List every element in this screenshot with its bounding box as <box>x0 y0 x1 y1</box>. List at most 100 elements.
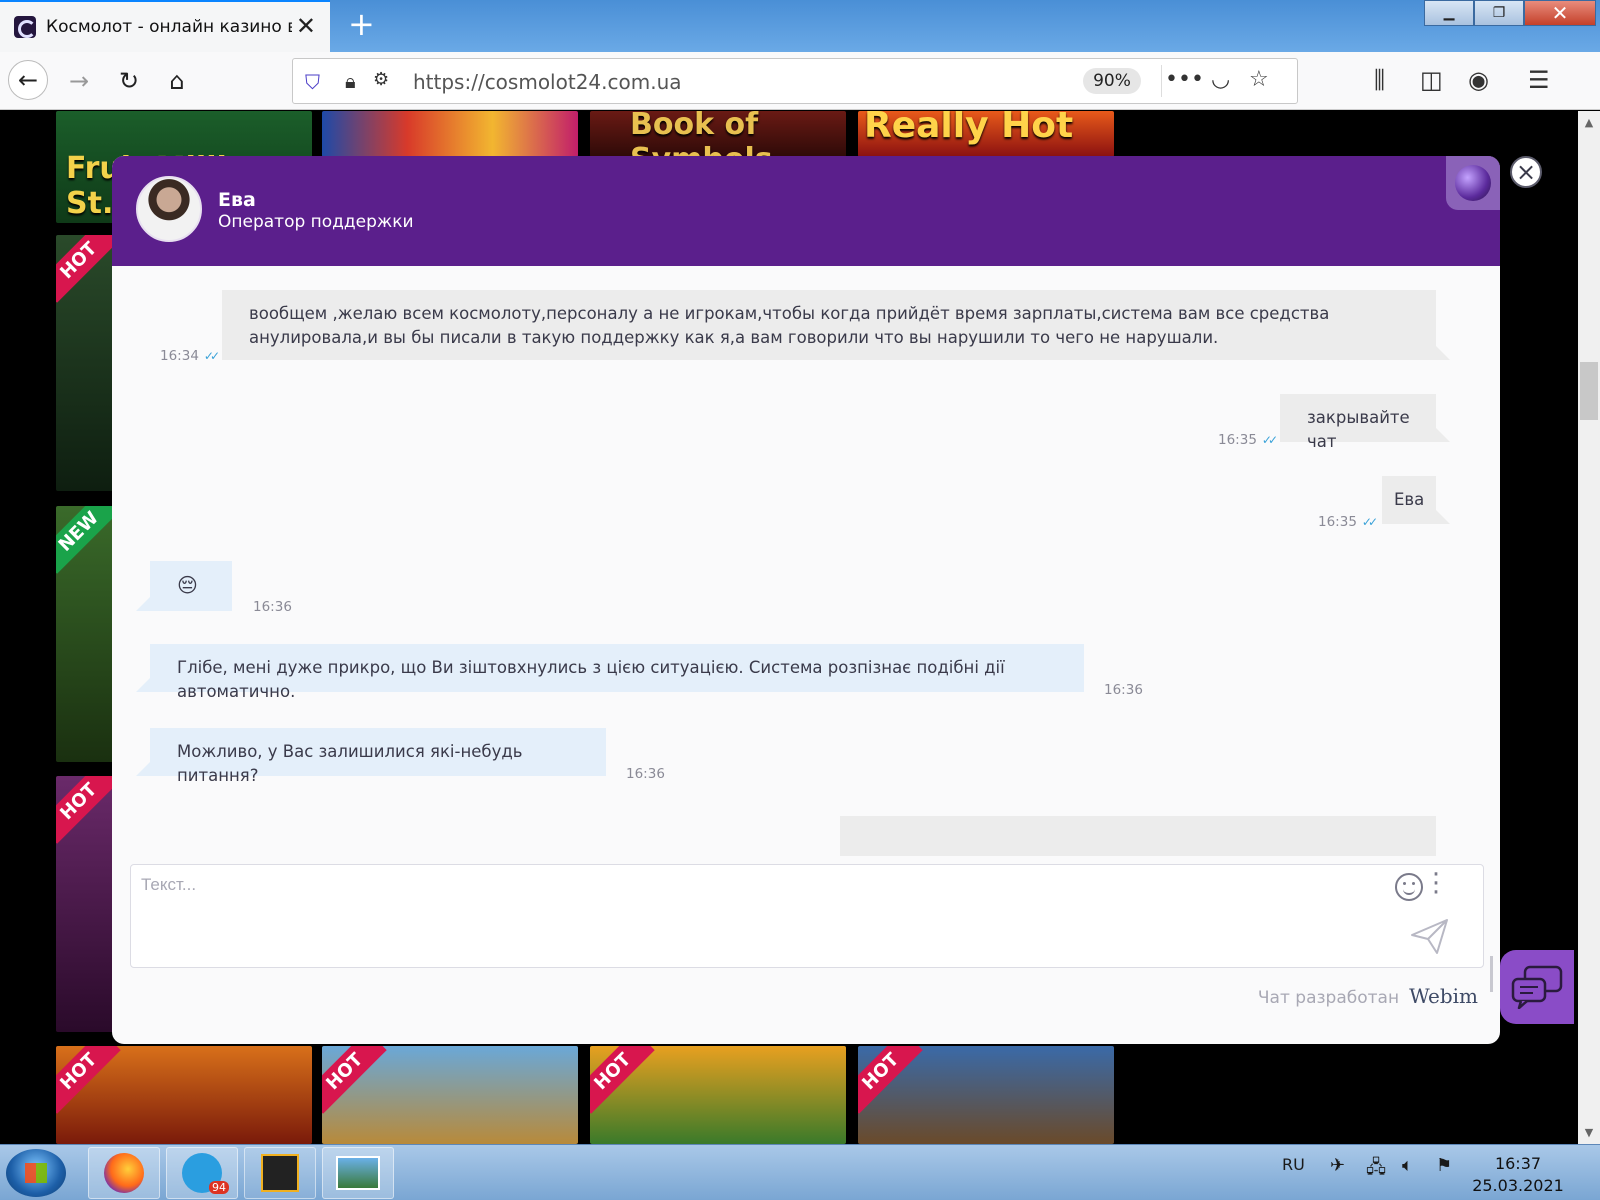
footer-text: Чат разработан <box>1257 988 1400 1008</box>
message-list[interactable]: вообщем ,желаю всем космолоту,персоналу … <box>112 266 1500 856</box>
message-text: Глібе, мені дуже прикро, що Ви зіштовхну… <box>177 658 1005 701</box>
operator-role: Оператор поддержки <box>218 212 414 232</box>
game-tile[interactable]: Really Hot <box>858 111 1114 157</box>
game-tile[interactable]: HOT <box>858 1046 1114 1144</box>
minimize-window-button[interactable]: ▁ <box>1424 0 1474 26</box>
chat-bubbles-icon <box>1511 965 1563 1009</box>
support-chat-window: Ева Оператор поддержки вообщем ,желаю вс… <box>112 156 1500 1044</box>
hamburger-menu-icon[interactable]: ☰ <box>1528 66 1550 94</box>
library-icon[interactable]: ⫼ <box>1374 66 1385 94</box>
permissions-icon[interactable]: ⚙ <box>373 69 389 90</box>
chat-scrollbar-thumb[interactable] <box>1490 956 1493 992</box>
close-tab-icon[interactable]: ✕ <box>296 14 316 38</box>
visitor-message: Ева <box>1382 476 1450 524</box>
tab-title: Космолот - онлайн казино в Украине <box>46 17 292 37</box>
tracking-protection-shield-icon[interactable]: ⛉ <box>305 70 325 94</box>
action-center-flag-icon[interactable]: ⚑ <box>1436 1155 1452 1176</box>
scroll-down-icon[interactable]: ▼ <box>1580 1126 1598 1139</box>
windows-taskbar: 94 RU ✈ 🖧︎ 🔈︎ ⚑ 16:37 25.03.2021 <box>0 1144 1600 1200</box>
chat-footer: Чат разработан Webim <box>1258 984 1478 1008</box>
windows-start-button[interactable] <box>6 1149 66 1197</box>
bookmark-star-icon[interactable]: ☆ <box>1249 67 1269 92</box>
new-tab-icon[interactable]: + <box>348 6 375 42</box>
page-actions-menu-icon[interactable]: ••• <box>1165 67 1204 92</box>
game-tile[interactable] <box>322 111 578 157</box>
hot-ribbon: HOT <box>56 1046 121 1114</box>
forward-icon[interactable]: → <box>60 62 98 100</box>
webim-logo[interactable]: Webim <box>1409 984 1478 1008</box>
message-time: 16:36 <box>1104 682 1143 698</box>
language-indicator[interactable]: RU <box>1282 1155 1305 1174</box>
firefox-icon <box>104 1153 144 1193</box>
page-scrollbar-thumb[interactable] <box>1580 362 1598 420</box>
clock-time: 16:37 <box>1494 1154 1542 1173</box>
window-controls: ▁ ❐ ✕ <box>1424 0 1596 26</box>
hot-ribbon: HOT <box>56 776 121 844</box>
account-icon[interactable]: ◉ <box>1468 66 1489 94</box>
taskbar-telegram[interactable]: 94 <box>166 1147 238 1199</box>
restore-window-button[interactable]: ❐ <box>1474 0 1524 26</box>
browser-tab[interactable]: Космолот - онлайн казино в Украине ✕ <box>0 0 330 52</box>
game-tile[interactable]: Book of Symbols <box>590 111 846 157</box>
operator-message: 😔 <box>136 561 232 611</box>
app-icon <box>261 1154 299 1192</box>
pocket-icon[interactable]: ◡ <box>1211 67 1230 92</box>
more-options-icon[interactable]: · · · <box>1431 862 1441 906</box>
reload-icon[interactable]: ↻ <box>110 62 148 100</box>
planet-icon <box>1455 165 1491 201</box>
browser-nav-bar: ← → ↻ ⌂ ⛉ 🔒︎ ⚙ https://cosmolot24.com.ua… <box>0 52 1600 110</box>
close-chat-button[interactable]: × <box>1510 156 1542 188</box>
hot-ribbon: HOT <box>56 235 121 303</box>
zoom-level-badge[interactable]: 90% <box>1083 68 1141 94</box>
network-icon[interactable]: 🖧︎ <box>1366 1155 1386 1185</box>
volume-icon[interactable]: 🔈︎ <box>1402 1155 1413 1176</box>
operator-message: Можливо, у Вас залишилися які-небудь пит… <box>136 728 606 785</box>
page-scrollbar-track[interactable] <box>1578 111 1600 1144</box>
address-bar[interactable]: ⛉ 🔒︎ ⚙ https://cosmolot24.com.ua 90% •••… <box>292 58 1298 104</box>
send-icon[interactable] <box>1409 917 1451 957</box>
clock-date: 25.03.2021 <box>1472 1176 1564 1195</box>
scroll-up-icon[interactable]: ▲ <box>1580 116 1598 129</box>
lock-icon[interactable]: 🔒︎ <box>345 69 356 93</box>
hot-ribbon: HOT <box>322 1046 387 1114</box>
message-input[interactable] <box>141 875 1371 915</box>
telegram-unread-badge: 94 <box>209 1181 229 1194</box>
browser-tab-bar: Космолот - онлайн казино в Украине ✕ + ▁… <box>0 0 1600 52</box>
game-tile[interactable]: HOT <box>56 1046 312 1144</box>
message-time: 16:36 <box>253 599 292 615</box>
telegram-tray-icon[interactable]: ✈ <box>1330 1155 1345 1176</box>
system-clock[interactable]: 16:37 25.03.2021 <box>1468 1153 1568 1197</box>
chat-launcher-button[interactable] <box>1500 950 1574 1024</box>
emoji-icon[interactable] <box>1395 873 1423 901</box>
message-time: 16:35 ✓✓ <box>1318 514 1378 530</box>
read-ticks-icon: ✓✓ <box>1261 433 1278 447</box>
visitor-message-partial <box>840 816 1436 856</box>
message-time: 16:36 <box>626 766 665 782</box>
close-window-button[interactable]: ✕ <box>1524 0 1596 26</box>
hot-ribbon: HOT <box>590 1046 655 1114</box>
home-icon[interactable]: ⌂ <box>158 62 196 100</box>
back-icon[interactable]: ← <box>8 60 48 100</box>
taskbar-photo-viewer[interactable] <box>322 1147 394 1199</box>
url-text[interactable]: https://cosmolot24.com.ua <box>413 70 682 94</box>
visitor-message: вообщем ,желаю всем космолоту,персоналу … <box>222 290 1450 360</box>
message-time: 16:35 ✓✓ <box>1218 432 1278 448</box>
chat-bot-avatar <box>1446 156 1500 210</box>
message-text: Ева <box>1394 490 1425 509</box>
visitor-message: закрывайте чат <box>1280 394 1450 451</box>
message-composer: ··· <box>130 862 1484 968</box>
cosmolot-favicon-icon <box>14 16 36 38</box>
message-time: 16:34 ✓✓ <box>160 348 220 364</box>
message-text: 😔 <box>177 573 198 597</box>
game-tile[interactable]: HOT <box>590 1046 846 1144</box>
sidebar-icon[interactable]: ◫ <box>1420 66 1443 94</box>
game-tile[interactable]: HOT <box>322 1046 578 1144</box>
taskbar-firefox[interactable] <box>88 1147 160 1199</box>
operator-name: Ева <box>218 189 256 211</box>
operator-message: Глібе, мені дуже прикро, що Ви зіштовхну… <box>136 644 1084 701</box>
hot-ribbon: HOT <box>858 1046 923 1114</box>
read-ticks-icon: ✓✓ <box>203 349 220 363</box>
photo-viewer-icon <box>336 1156 380 1190</box>
taskbar-app[interactable] <box>244 1147 316 1199</box>
message-text: Можливо, у Вас залишилися які-небудь пит… <box>177 742 523 785</box>
